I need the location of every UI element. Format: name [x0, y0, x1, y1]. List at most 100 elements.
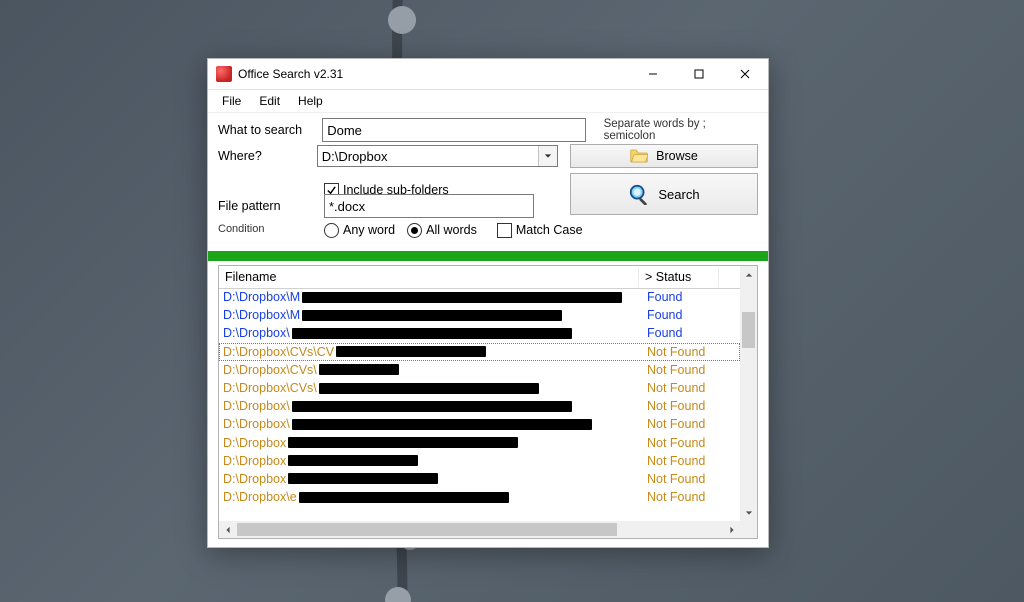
vertical-scrollbar[interactable] — [740, 266, 757, 521]
menu-bar: File Edit Help — [208, 90, 768, 113]
checkbox-icon — [497, 223, 512, 238]
column-filename[interactable]: Filename — [219, 267, 639, 287]
app-window: Office Search v2.31 File Edit Help What … — [207, 58, 769, 548]
status-cell: Not Found — [643, 417, 727, 431]
radio-icon — [324, 223, 339, 238]
magnifier-icon — [628, 183, 650, 205]
scroll-thumb[interactable] — [742, 312, 755, 348]
status-cell: Found — [643, 308, 727, 322]
results-listview[interactable]: Filename > Status D:\Dropbox\MFoundD:\Dr… — [218, 265, 758, 539]
status-cell: Not Found — [643, 472, 727, 486]
all-words-radio[interactable]: All words — [407, 223, 477, 238]
match-case-checkbox[interactable]: Match Case — [497, 223, 583, 238]
browse-button-label: Browse — [656, 149, 698, 163]
status-cell: Found — [643, 326, 727, 340]
scroll-thumb[interactable] — [237, 523, 617, 536]
redacted-segment — [288, 455, 418, 466]
redacted-segment — [292, 419, 592, 430]
filename-cell: D:\Dropbox\ — [219, 417, 643, 431]
status-cell: Not Found — [643, 345, 727, 359]
menu-file[interactable]: File — [214, 92, 249, 110]
filename-cell: D:\Dropbox\M — [219, 308, 643, 322]
table-row[interactable]: D:\Dropbox\eNot Found — [219, 488, 740, 506]
table-row[interactable]: D:\Dropbox\CVs\Not Found — [219, 361, 740, 379]
redacted-segment — [319, 383, 539, 394]
table-row[interactable]: D:\Dropbox\Not Found — [219, 415, 740, 433]
app-icon — [216, 66, 232, 82]
separator-hint: Separate words by ; semicolon — [604, 118, 758, 142]
search-form: What to search Separate words by ; semic… — [208, 113, 768, 249]
size-grip[interactable] — [740, 521, 757, 538]
close-button[interactable] — [722, 59, 768, 89]
table-row[interactable]: D:\Dropbox\MFound — [219, 288, 740, 306]
radio-icon — [407, 223, 422, 238]
scroll-down-icon[interactable] — [740, 504, 757, 521]
menu-edit[interactable]: Edit — [251, 92, 288, 110]
filename-cell: D:\Dropbox\M — [219, 290, 643, 304]
scroll-right-icon[interactable] — [723, 521, 740, 538]
desktop-wallpaper: Office Search v2.31 File Edit Help What … — [0, 0, 1024, 602]
redacted-segment — [288, 437, 518, 448]
search-button[interactable]: Search — [570, 173, 758, 215]
match-case-label: Match Case — [516, 223, 583, 237]
where-combobox[interactable]: D:\Dropbox — [317, 145, 558, 167]
where-value: D:\Dropbox — [318, 148, 538, 165]
titlebar[interactable]: Office Search v2.31 — [208, 59, 768, 90]
redacted-segment — [336, 346, 486, 357]
any-word-label: Any word — [343, 223, 395, 237]
filename-cell: D:\Dropbox — [219, 436, 643, 450]
minimize-button[interactable] — [630, 59, 676, 89]
maximize-button[interactable] — [676, 59, 722, 89]
status-cell: Not Found — [643, 490, 727, 504]
redacted-segment — [319, 364, 399, 375]
table-row[interactable]: D:\Dropbox\Found — [219, 324, 740, 342]
table-row[interactable]: D:\DropboxNot Found — [219, 470, 740, 488]
redacted-segment — [302, 310, 562, 321]
status-cell: Not Found — [643, 454, 727, 468]
status-cell: Not Found — [643, 381, 727, 395]
results-header[interactable]: Filename > Status — [219, 266, 757, 289]
folder-icon — [630, 149, 648, 163]
scroll-up-icon[interactable] — [740, 266, 757, 283]
table-row[interactable]: D:\DropboxNot Found — [219, 452, 740, 470]
where-label: Where? — [218, 149, 311, 163]
redacted-segment — [299, 492, 509, 503]
menu-help[interactable]: Help — [290, 92, 331, 110]
scroll-left-icon[interactable] — [219, 521, 236, 538]
filename-cell: D:\Dropbox\CVs\ — [219, 381, 643, 395]
redacted-segment — [302, 292, 622, 303]
filename-cell: D:\Dropbox\e — [219, 490, 643, 504]
results-body: D:\Dropbox\MFoundD:\Dropbox\MFoundD:\Dro… — [219, 288, 740, 521]
horizontal-scrollbar[interactable] — [219, 521, 740, 538]
file-pattern-label: File pattern — [218, 199, 318, 213]
filename-cell: D:\Dropbox\CVs\CV — [219, 345, 643, 359]
any-word-radio[interactable]: Any word — [324, 223, 395, 238]
condition-label: Condition — [218, 223, 318, 235]
table-row[interactable]: D:\Dropbox\CVs\CVNot Found — [219, 343, 740, 361]
what-to-search-label: What to search — [218, 123, 316, 137]
search-button-label: Search — [658, 187, 699, 202]
filename-cell: D:\Dropbox\CVs\ — [219, 363, 643, 377]
status-cell: Not Found — [643, 399, 727, 413]
table-row[interactable]: D:\Dropbox\MFound — [219, 306, 740, 324]
status-cell: Found — [643, 290, 727, 304]
table-row[interactable]: D:\DropboxNot Found — [219, 434, 740, 452]
redacted-segment — [292, 328, 572, 339]
all-words-label: All words — [426, 223, 477, 237]
table-row[interactable]: D:\Dropbox\Not Found — [219, 397, 740, 415]
chevron-down-icon[interactable] — [538, 146, 557, 166]
column-status[interactable]: > Status — [639, 267, 719, 287]
table-row[interactable]: D:\Dropbox\CVs\Not Found — [219, 379, 740, 397]
redacted-segment — [292, 401, 572, 412]
filename-cell: D:\Dropbox — [219, 454, 643, 468]
status-cell: Not Found — [643, 363, 727, 377]
file-pattern-input[interactable] — [324, 194, 534, 218]
what-to-search-input[interactable] — [322, 118, 585, 142]
redacted-segment — [288, 473, 438, 484]
browse-button[interactable]: Browse — [570, 144, 758, 168]
filename-cell: D:\Dropbox\ — [219, 326, 643, 340]
filename-cell: D:\Dropbox — [219, 472, 643, 486]
window-title: Office Search v2.31 — [238, 67, 343, 81]
status-cell: Not Found — [643, 436, 727, 450]
filename-cell: D:\Dropbox\ — [219, 399, 643, 413]
